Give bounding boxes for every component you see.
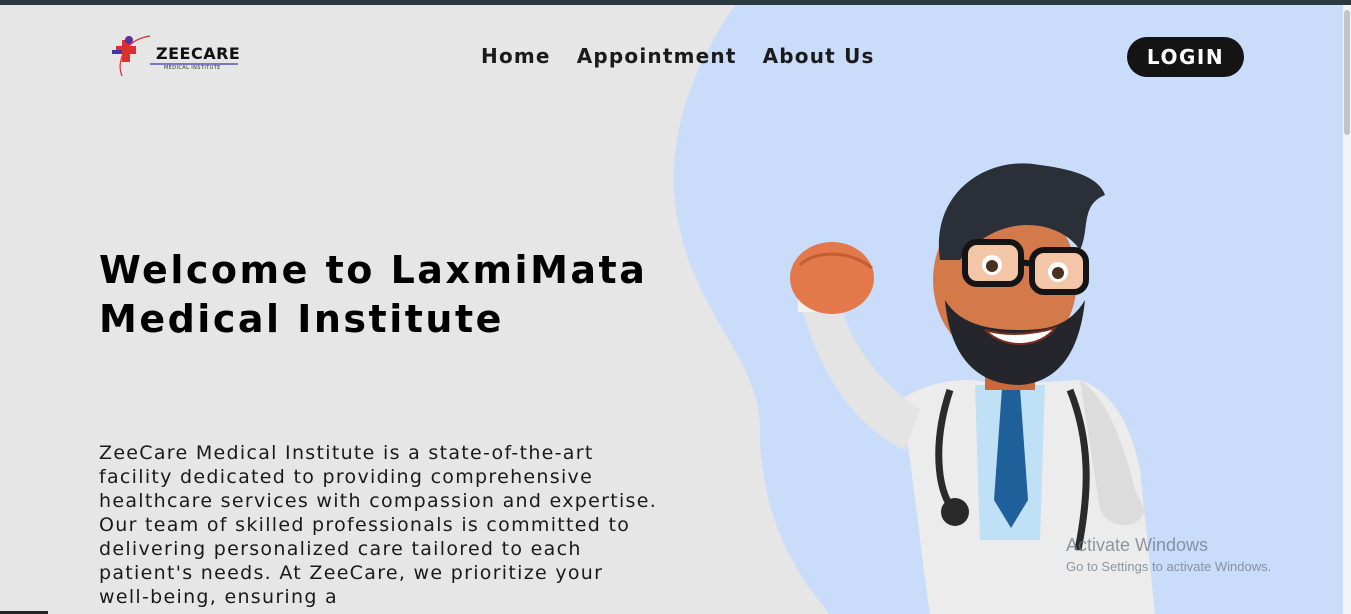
watermark-title: Activate Windows <box>1066 535 1209 555</box>
brand-name: ZEECARE <box>156 44 241 63</box>
nav-home-link[interactable]: Home <box>481 44 551 68</box>
watermark-subtitle: Go to Settings to activate Windows. <box>1066 559 1272 574</box>
page-scrollbar[interactable] <box>1343 5 1351 614</box>
login-button[interactable]: LOGIN <box>1127 37 1244 77</box>
hero-description: ZeeCare Medical Institute is a state-of-… <box>99 442 658 608</box>
windows-activation-watermark: Activate Windows Go to Settings to activ… <box>1066 535 1271 574</box>
brand-subtitle: MEDICAL INSTITUTE <box>164 65 221 71</box>
nav-about-us-link[interactable]: About Us <box>763 44 875 68</box>
hero-title: Welcome to LaxmiMata Medical Institute <box>99 248 648 341</box>
scrollbar-thumb[interactable] <box>1344 10 1350 135</box>
main-navigation: Home Appointment About Us <box>481 44 875 68</box>
nav-appointment-link[interactable]: Appointment <box>577 44 737 68</box>
